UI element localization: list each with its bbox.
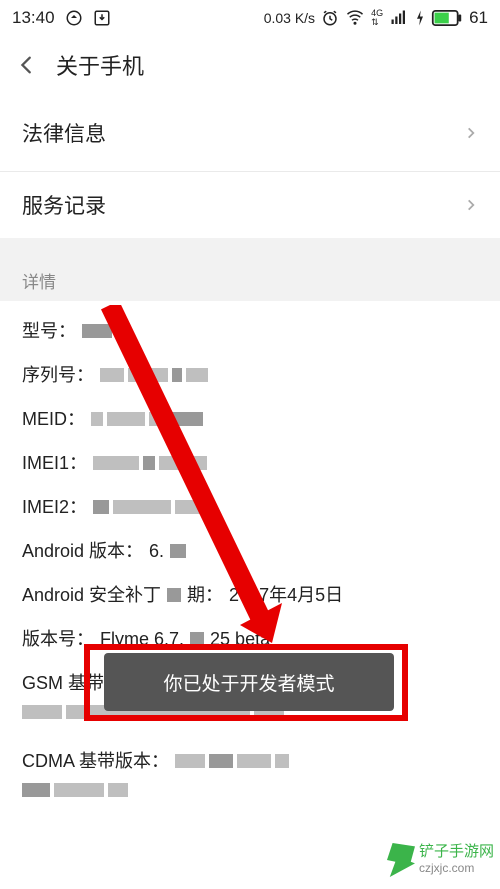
back-icon[interactable]	[16, 54, 38, 76]
detail-cdma-baseband: CDMA 基带版本：	[22, 739, 478, 783]
detail-security-patch: Android 安全补丁期：2017年4月5日	[22, 573, 478, 617]
detail-imei1: IMEI1：	[22, 441, 478, 485]
sync-icon	[65, 9, 83, 27]
header: 关于手机	[0, 36, 500, 94]
chevron-right-icon	[464, 122, 478, 144]
row-label: 法律信息	[22, 118, 106, 148]
detail-android-version: Android 版本：6.	[22, 529, 478, 573]
battery-icon	[431, 10, 463, 26]
alarm-icon	[321, 9, 339, 27]
chevron-right-icon	[464, 194, 478, 216]
detail-imei2: IMEI2：	[22, 485, 478, 529]
detail-cdma-baseband-2	[22, 783, 478, 797]
row-legal[interactable]: 法律信息	[0, 94, 500, 172]
section-details: 详情	[0, 250, 500, 301]
wifi-icon	[345, 9, 365, 27]
detail-serial: 序列号：	[22, 353, 478, 397]
charge-icon	[415, 9, 425, 27]
status-bar: 13:40 0.03 K/s 4G⇅ 61	[0, 0, 500, 36]
header-title: 关于手机	[56, 49, 144, 81]
signal-icon	[389, 9, 409, 27]
detail-list: 型号： 序列号： MEID： IMEI1： IMEI2： Android 版本：…	[0, 301, 500, 797]
status-time: 13:40	[12, 8, 55, 28]
watermark: 铲子手游网czjxjc.com	[387, 843, 494, 877]
detail-meid: MEID：	[22, 397, 478, 441]
watermark-logo-icon	[387, 843, 415, 877]
row-service[interactable]: 服务记录	[0, 172, 500, 250]
status-battery: 61	[469, 8, 488, 28]
download-icon	[93, 9, 111, 27]
highlight-box	[84, 644, 408, 721]
row-label: 服务记录	[22, 190, 106, 220]
detail-model: 型号：	[22, 309, 478, 353]
status-speed: 0.03 K/s	[264, 10, 315, 26]
